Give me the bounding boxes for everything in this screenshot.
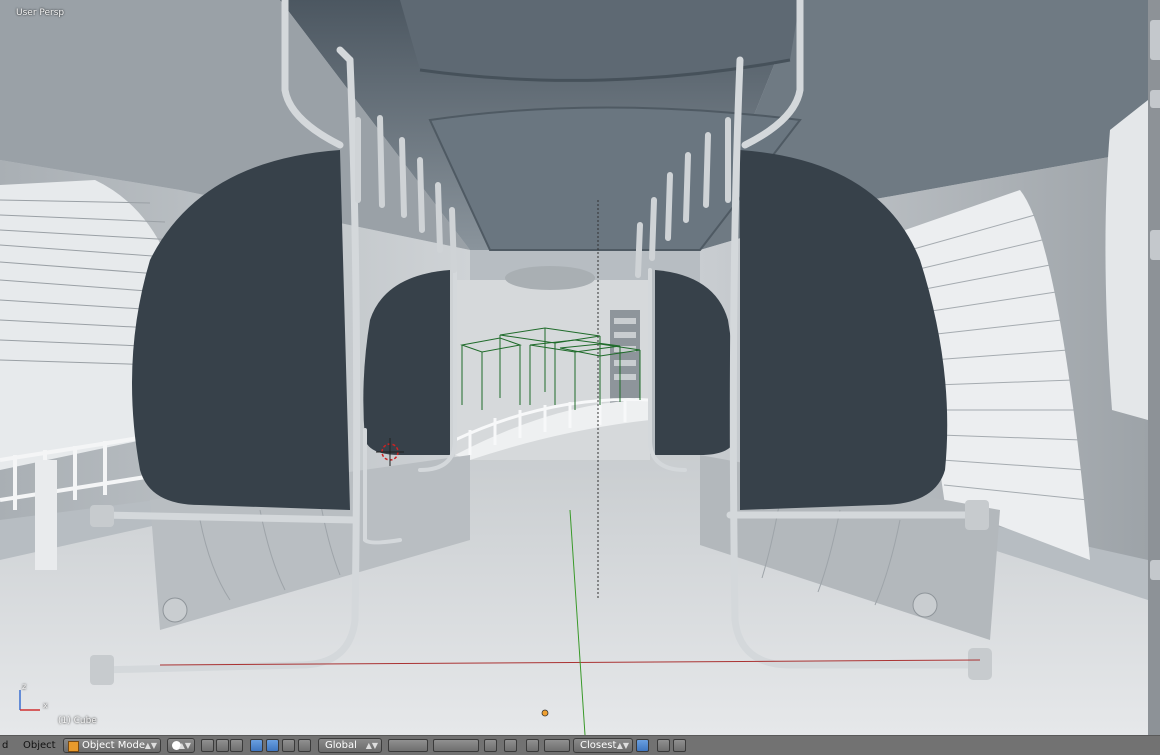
updown-arrows-icon: ▲▼: [178, 741, 191, 750]
snap-element-icon[interactable]: [544, 739, 570, 752]
translate-icon[interactable]: [250, 739, 263, 752]
snap-target-label: Closest: [580, 740, 617, 751]
proportional-edit-icon[interactable]: [504, 739, 517, 752]
3d-viewport[interactable]: User Persp z x (1) Cube: [0, 0, 1148, 735]
layers-grid-icon[interactable]: [433, 739, 479, 752]
view-perspective-label: User Persp: [16, 8, 65, 18]
align-rotation-icon[interactable]: [636, 739, 649, 752]
region-tab[interactable]: [1150, 230, 1160, 260]
region-tab[interactable]: [1150, 20, 1160, 60]
object-origin-icon: [541, 709, 549, 717]
gizmo-z-label: z: [22, 682, 27, 691]
view-menu-fragment[interactable]: d: [2, 738, 8, 753]
scene-render[interactable]: [0, 0, 1148, 735]
updown-arrows-icon: ▲▼: [616, 741, 629, 750]
properties-region-edge[interactable]: [1148, 0, 1160, 735]
pivot-dropdown-icon[interactable]: [216, 739, 229, 752]
lock-camera-icon[interactable]: [484, 739, 497, 752]
viewport-header: d Object Object Mode ▲▼ ▲▼ Global ▲▼ Clo…: [0, 735, 1160, 755]
updown-arrows-icon: ▲▼: [365, 741, 378, 750]
snap-target-selector[interactable]: Closest ▲▼: [573, 738, 633, 753]
viewport-shading-selector[interactable]: ▲▼: [167, 738, 195, 753]
orientation-selector[interactable]: Global ▲▼: [318, 738, 382, 753]
transform-space-icon[interactable]: [298, 739, 311, 752]
render-animation-icon[interactable]: [673, 739, 686, 752]
mode-selector[interactable]: Object Mode ▲▼: [63, 738, 161, 753]
region-tab[interactable]: [1150, 560, 1160, 580]
scale-icon[interactable]: [282, 739, 295, 752]
manipulator-icon[interactable]: [230, 739, 243, 752]
rotate-icon[interactable]: [266, 739, 279, 752]
active-object-label: (1) Cube: [58, 716, 97, 726]
orientation-label: Global: [325, 740, 357, 751]
region-tab[interactable]: [1150, 90, 1160, 108]
mode-label: Object Mode: [82, 740, 145, 751]
layers-grid-icon[interactable]: [388, 739, 428, 752]
cube-icon: [68, 741, 79, 752]
render-icon[interactable]: [657, 739, 670, 752]
pivot-point-icon[interactable]: [201, 739, 214, 752]
snap-toggle-icon[interactable]: [526, 739, 539, 752]
updown-arrows-icon: ▲▼: [144, 741, 157, 750]
object-menu[interactable]: Object: [23, 738, 56, 753]
gizmo-x-label: x: [43, 701, 48, 710]
